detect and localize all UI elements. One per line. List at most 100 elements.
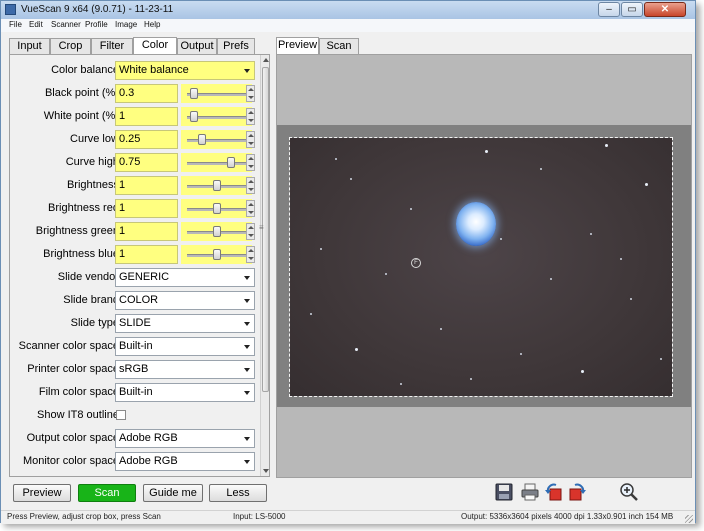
black-point-slider[interactable] [181, 84, 252, 103]
white-point-slider[interactable] [181, 107, 252, 126]
slide-vendor-label: Slide vendor: [57, 271, 122, 283]
brightness-green-spinner[interactable] [246, 223, 255, 240]
chevron-down-icon [244, 299, 250, 303]
minimize-button[interactable]: – [598, 2, 620, 17]
guide-me-button[interactable]: Guide me [143, 484, 203, 502]
maximize-button[interactable]: ▭ [621, 2, 643, 17]
curve-low-spinner[interactable] [246, 131, 255, 148]
menu-image[interactable]: Image [115, 20, 137, 29]
brightness-green-label: Brightness green: [35, 225, 122, 237]
slide-brand-label: Slide brand: [63, 294, 122, 306]
film-color-space-row: Film color space: Built-in [10, 383, 260, 403]
output-color-space-row: Output color space: Adobe RGB [10, 429, 260, 449]
black-point-spinner[interactable] [246, 85, 255, 102]
panel-splitter-icon[interactable]: ≡ [259, 223, 265, 233]
brightness-red-input[interactable]: 1 [115, 199, 178, 218]
brightness-green-row: Brightness green: 1 [10, 222, 260, 242]
resize-grip-icon[interactable] [685, 515, 693, 523]
output-color-space-dropdown[interactable]: Adobe RGB [115, 429, 255, 448]
brightness-green-slider[interactable] [181, 222, 252, 241]
tab-output[interactable]: Output [177, 38, 217, 54]
menu-profile[interactable]: Profile [85, 20, 108, 29]
app-window: VueScan 9 x64 (9.0.71) - 11-23-11 – ▭ ✕ … [0, 0, 696, 524]
slider-thumb[interactable] [198, 134, 207, 145]
brightness-slider[interactable] [181, 176, 252, 195]
output-color-space-value: Adobe RGB [119, 432, 178, 444]
monitor-color-space-value: Adobe RGB [119, 455, 178, 467]
printer-color-space-value: sRGB [119, 363, 149, 375]
slider-thumb[interactable] [189, 111, 198, 122]
menu-edit[interactable]: Edit [29, 20, 43, 29]
color-balance-dropdown[interactable]: White balance [115, 61, 255, 80]
monitor-color-space-dropdown[interactable]: Adobe RGB [115, 452, 255, 471]
chevron-down-icon [244, 460, 250, 464]
show-it8-outline-checkbox[interactable] [116, 410, 126, 420]
curve-low-input[interactable]: 0.25 [115, 130, 178, 149]
rotate-right-icon[interactable] [567, 482, 587, 502]
scroll-down-icon[interactable] [263, 469, 269, 473]
tab-crop[interactable]: Crop [50, 38, 91, 54]
menu-file[interactable]: File [9, 20, 22, 29]
scanner-color-space-label: Scanner color space: [18, 340, 122, 352]
tab-preview[interactable]: Preview [276, 37, 319, 54]
white-point-spinner[interactable] [246, 108, 255, 125]
brightness-blue-spinner[interactable] [246, 246, 255, 263]
less-button[interactable]: Less [209, 484, 267, 502]
slide-brand-dropdown[interactable]: COLOR [115, 291, 255, 310]
close-button[interactable]: ✕ [644, 2, 686, 17]
tab-prefs[interactable]: Prefs [217, 38, 255, 54]
brightness-red-spinner[interactable] [246, 200, 255, 217]
scanner-color-space-dropdown[interactable]: Built-in [115, 337, 255, 356]
brightness-blue-input[interactable]: 1 [115, 245, 178, 264]
tab-color[interactable]: Color [133, 37, 177, 54]
film-color-space-label: Film color space: [38, 386, 122, 398]
preview-area[interactable]: F [276, 54, 692, 478]
slider-thumb[interactable] [189, 88, 198, 99]
brightness-input[interactable]: 1 [115, 176, 178, 195]
chevron-down-icon [244, 69, 250, 73]
curve-low-slider[interactable] [181, 130, 252, 149]
slide-type-value: SLIDE [119, 317, 151, 329]
chevron-down-icon [244, 345, 250, 349]
monitor-color-space-row: Monitor color space: Adobe RGB [10, 452, 260, 472]
tab-input[interactable]: Input [9, 38, 50, 54]
curve-high-slider[interactable] [181, 153, 252, 172]
settings-scrollbar[interactable] [260, 55, 269, 476]
curve-high-input[interactable]: 0.75 [115, 153, 178, 172]
slide-vendor-dropdown[interactable]: GENERIC [115, 268, 255, 287]
tab-scan[interactable]: Scan [319, 38, 359, 54]
brightness-red-slider[interactable] [181, 199, 252, 218]
zoom-in-icon[interactable] [619, 482, 639, 502]
black-point-input[interactable]: 0.3 [115, 84, 178, 103]
white-point-input[interactable]: 1 [115, 107, 178, 126]
slide-type-dropdown[interactable]: SLIDE [115, 314, 255, 333]
chevron-down-icon [244, 322, 250, 326]
scan-button[interactable]: Scan [78, 484, 136, 502]
crop-box[interactable] [289, 137, 673, 397]
film-color-space-dropdown[interactable]: Built-in [115, 383, 255, 402]
slide-brand-value: COLOR [119, 294, 159, 306]
slider-thumb[interactable] [212, 249, 221, 260]
slider-thumb[interactable] [212, 180, 221, 191]
status-hint: Press Preview, adjust crop box, press Sc… [7, 512, 161, 521]
brightness-spinner[interactable] [246, 177, 255, 194]
preview-button[interactable]: Preview [13, 484, 71, 502]
brightness-blue-slider[interactable] [181, 245, 252, 264]
color-settings-panel: Color balance: White balance Black point… [9, 54, 270, 477]
print-icon[interactable] [520, 482, 540, 502]
slider-thumb[interactable] [212, 226, 221, 237]
menu-scanner[interactable]: Scanner [51, 20, 81, 29]
printer-color-space-dropdown[interactable]: sRGB [115, 360, 255, 379]
save-icon[interactable] [494, 482, 514, 502]
menu-help[interactable]: Help [144, 20, 160, 29]
scroll-up-icon[interactable] [263, 58, 269, 62]
slider-thumb[interactable] [226, 157, 235, 168]
brightness-green-input[interactable]: 1 [115, 222, 178, 241]
black-point-row: Black point (%): 0.3 [10, 84, 260, 104]
tab-filter[interactable]: Filter [91, 38, 133, 54]
curve-high-spinner[interactable] [246, 154, 255, 171]
slide-vendor-value: GENERIC [119, 271, 170, 283]
rotate-left-icon[interactable] [544, 482, 564, 502]
slider-thumb[interactable] [212, 203, 221, 214]
brightness-red-label: Brightness red: [48, 202, 122, 214]
